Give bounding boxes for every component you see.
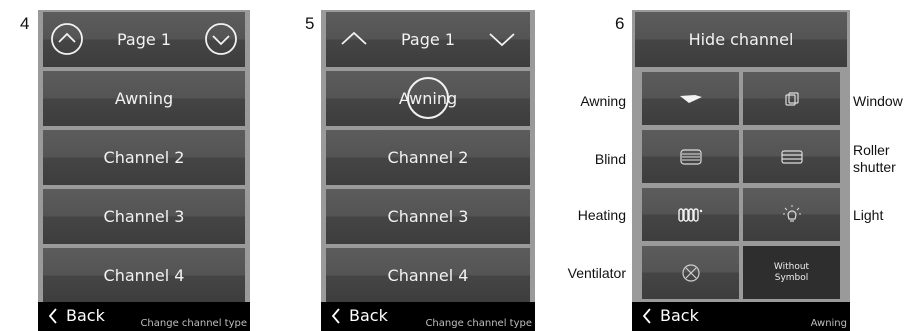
type-label-blind: Blind [594,151,626,167]
channel-button-3[interactable]: Channel 3 [43,189,245,244]
type-tile-heating[interactable] [642,188,739,241]
chevron-down-icon [489,33,515,47]
screen-subtitle: Change channel type [140,318,247,329]
channel-label: Channel 4 [103,266,185,285]
channel-label: Channel 2 [387,148,469,167]
type-label-light: Light [853,207,884,223]
bottom-bar: Back Change channel type [321,302,535,331]
type-tile-ventilator[interactable] [642,246,739,299]
without-symbol-label: Without Symbol [773,261,810,283]
channel-button-2[interactable]: Channel 2 [43,130,245,185]
screen-subtitle: Awning [810,318,847,329]
page-header: Page 1 [43,12,245,67]
page-title: Page 1 [117,30,171,49]
page-title: Page 1 [401,30,455,49]
page-up-button[interactable] [49,21,85,57]
hide-channel-label: Hide channel [688,30,794,49]
channel-label: Channel 4 [387,266,469,285]
page-header: Page 1 [326,12,530,67]
chevron-up-icon [341,31,367,45]
roller-shutter-icon [780,149,803,164]
type-tile-window[interactable] [743,72,840,125]
chevron-left-icon [331,307,340,324]
heating-icon [677,207,702,222]
chevron-down-circle-icon [205,23,237,55]
ventilator-icon [681,263,700,282]
back-label: Back [349,306,388,325]
channel-label: Awning [398,89,458,108]
bottom-bar: Back Change channel type [38,302,250,331]
step-number-4: 4 [20,14,30,33]
back-label: Back [66,306,105,325]
chevron-left-icon [642,307,651,324]
light-icon [782,204,801,222]
screen-6: Hide channel Without Symbol Back Awning [632,10,850,331]
type-label-window: Window [853,93,903,109]
back-button[interactable]: Back [331,306,388,325]
back-button[interactable]: Back [48,306,105,325]
type-tile-light[interactable] [743,188,840,241]
blind-icon [679,148,702,165]
page-down-button[interactable] [484,21,520,57]
awning-icon [679,94,702,103]
back-label: Back [660,306,699,325]
page-down-button[interactable] [203,21,239,57]
channel-button-3[interactable]: Channel 3 [326,189,530,244]
channel-label: Channel 3 [103,207,185,226]
hide-channel-button[interactable]: Hide channel [635,12,847,67]
back-button[interactable]: Back [642,306,699,325]
step-number-5: 5 [305,14,315,33]
channel-label: Awning [114,89,174,108]
bottom-bar: Back Awning [632,302,850,331]
channel-button-awning[interactable]: Awning [43,71,245,126]
type-tile-awning[interactable] [642,72,739,125]
type-tile-blind[interactable] [642,130,739,183]
screen-subtitle: Change channel type [425,318,532,329]
type-label-roller-shutter: Roller shutter [853,142,896,175]
screen-5: Page 1 Awning Channel 2 Channel 3 Channe… [321,10,535,331]
channel-button-4[interactable]: Channel 4 [326,248,530,303]
type-tile-roller-shutter[interactable] [743,130,840,183]
channel-button-2[interactable]: Channel 2 [326,130,530,185]
window-icon [784,91,799,106]
screen-4: Page 1 Awning Channel 2 Channel 3 Channe… [38,10,250,331]
channel-button-awning[interactable]: Awning [326,71,530,126]
chevron-up-circle-icon [51,23,83,55]
chevron-left-icon [48,307,57,324]
channel-button-4[interactable]: Channel 4 [43,248,245,303]
channel-label: Channel 3 [387,207,469,226]
type-label-ventilator: Ventilator [567,265,626,281]
type-tile-without-symbol[interactable]: Without Symbol [743,246,840,299]
step-number-6: 6 [615,14,625,33]
page-up-button[interactable] [336,21,372,57]
type-label-awning: Awning [580,93,626,109]
type-label-heating: Heating [577,207,626,223]
channel-label: Channel 2 [103,148,185,167]
